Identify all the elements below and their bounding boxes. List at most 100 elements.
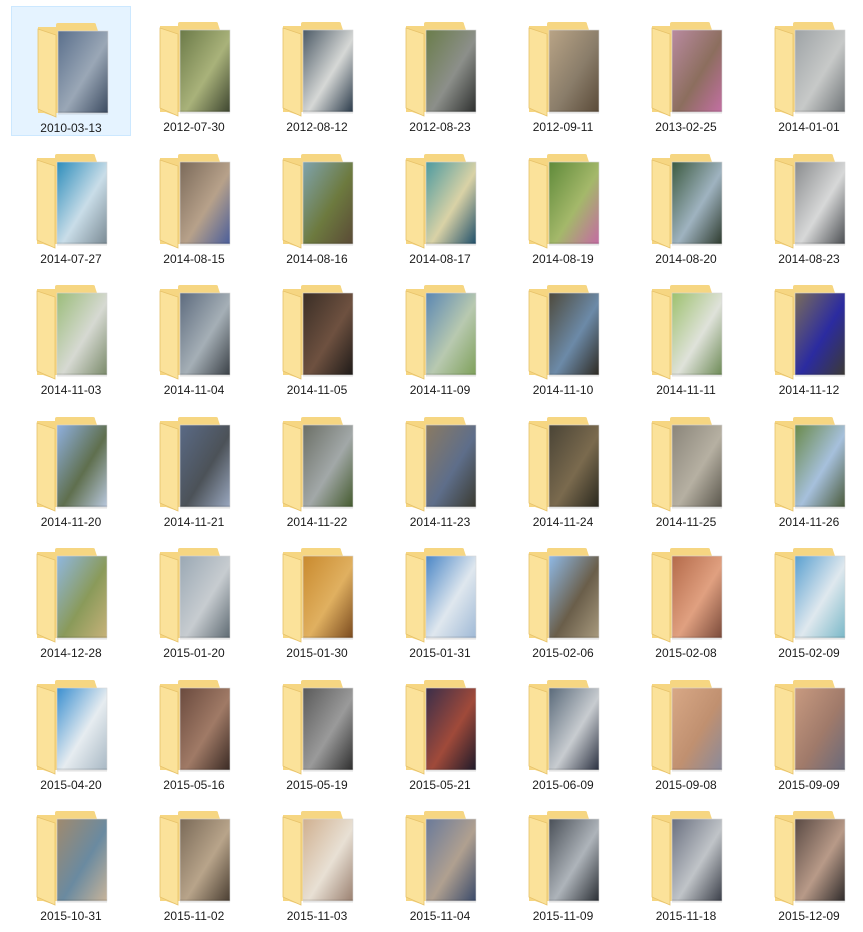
folder-photo-icon xyxy=(158,809,232,906)
folder-label: 2014-11-10 xyxy=(532,383,594,397)
folder-item[interactable]: 2015-11-03 xyxy=(257,795,377,925)
folder-item[interactable]: 2015-11-04 xyxy=(380,795,500,925)
folder-item[interactable]: 2014-11-22 xyxy=(257,401,377,531)
folder-photo-icon xyxy=(527,283,601,380)
folder-item[interactable]: 2012-08-12 xyxy=(257,6,377,136)
folder-label: 2015-01-30 xyxy=(286,646,348,660)
folder-item[interactable]: 2015-05-21 xyxy=(380,664,500,794)
folder-label: 2015-02-06 xyxy=(532,646,594,660)
folder-label: 2015-05-19 xyxy=(286,778,348,792)
folder-item[interactable]: 2014-11-10 xyxy=(503,269,623,399)
folder-item[interactable]: 2015-05-19 xyxy=(257,664,377,794)
folder-item[interactable]: 2014-08-20 xyxy=(626,138,746,268)
folder-item[interactable]: 2014-11-20 xyxy=(11,401,131,531)
folder-photo-icon xyxy=(158,546,232,643)
folder-photo-icon xyxy=(281,283,355,380)
folder-item[interactable]: 2014-11-26 xyxy=(749,401,863,531)
folder-item[interactable]: 2012-08-23 xyxy=(380,6,500,136)
folder-label: 2015-12-09 xyxy=(778,909,840,923)
folder-item[interactable]: 2015-06-09 xyxy=(503,664,623,794)
folder-label: 2014-07-27 xyxy=(40,252,102,266)
folder-photo-icon xyxy=(281,415,355,512)
folder-photo-icon xyxy=(281,678,355,775)
folder-item[interactable]: 2014-11-04 xyxy=(134,269,254,399)
folder-item[interactable]: 2014-11-09 xyxy=(380,269,500,399)
folder-label: 2014-11-20 xyxy=(40,515,102,529)
folder-label: 2014-11-23 xyxy=(409,515,471,529)
folder-photo-icon xyxy=(158,415,232,512)
folder-photo-icon xyxy=(281,20,355,117)
folder-photo-icon xyxy=(35,152,109,249)
folder-item[interactable]: 2014-12-28 xyxy=(11,532,131,662)
folder-item[interactable]: 2014-11-12 xyxy=(749,269,863,399)
folder-label: 2014-11-09 xyxy=(409,383,471,397)
folder-item[interactable]: 2014-07-27 xyxy=(11,138,131,268)
folder-item[interactable]: 2013-02-25 xyxy=(626,6,746,136)
folder-item[interactable]: 2015-12-09 xyxy=(749,795,863,925)
folder-item[interactable]: 2015-02-08 xyxy=(626,532,746,662)
folder-item[interactable]: 2014-08-23 xyxy=(749,138,863,268)
folder-item[interactable]: 2015-11-18 xyxy=(626,795,746,925)
folder-label: 2014-11-04 xyxy=(163,383,225,397)
folder-photo-icon xyxy=(773,20,847,117)
folder-label: 2014-11-11 xyxy=(656,383,716,397)
folder-photo-icon xyxy=(527,546,601,643)
folder-item[interactable]: 2014-08-15 xyxy=(134,138,254,268)
folder-item[interactable]: 2015-04-20 xyxy=(11,664,131,794)
folder-photo-icon xyxy=(281,809,355,906)
folder-label: 2014-01-01 xyxy=(778,120,840,134)
folder-item[interactable]: 2014-11-21 xyxy=(134,401,254,531)
folder-label: 2014-11-05 xyxy=(286,383,348,397)
folder-item[interactable]: 2015-09-08 xyxy=(626,664,746,794)
folder-item[interactable]: 2015-01-30 xyxy=(257,532,377,662)
folder-label: 2014-11-12 xyxy=(778,383,840,397)
folder-label: 2014-11-21 xyxy=(163,515,225,529)
folder-item[interactable]: 2014-11-03 xyxy=(11,269,131,399)
folder-photo-icon xyxy=(527,678,601,775)
folder-item[interactable]: 2014-11-25 xyxy=(626,401,746,531)
folder-label: 2014-11-26 xyxy=(778,515,840,529)
folder-item[interactable]: 2012-09-11 xyxy=(503,6,623,136)
folder-label: 2014-11-22 xyxy=(286,515,348,529)
folder-item[interactable]: 2010-03-13 xyxy=(11,6,131,136)
folder-item[interactable]: 2014-08-19 xyxy=(503,138,623,268)
folder-item[interactable]: 2015-02-06 xyxy=(503,532,623,662)
folder-item[interactable]: 2015-11-09 xyxy=(503,795,623,925)
folder-item[interactable]: 2014-11-24 xyxy=(503,401,623,531)
folder-item[interactable]: 2014-11-05 xyxy=(257,269,377,399)
folder-item[interactable]: 2015-01-31 xyxy=(380,532,500,662)
folder-photo-icon xyxy=(404,678,478,775)
folder-photo-icon xyxy=(773,546,847,643)
folder-label: 2014-08-23 xyxy=(778,252,840,266)
folder-label: 2012-08-23 xyxy=(409,120,471,134)
folder-photo-icon xyxy=(527,809,601,906)
folder-label: 2015-11-18 xyxy=(655,909,717,923)
folder-label: 2015-11-04 xyxy=(409,909,471,923)
folder-label: 2013-02-25 xyxy=(655,120,717,134)
folder-photo-icon xyxy=(281,546,355,643)
folder-label: 2015-01-20 xyxy=(163,646,225,660)
folder-item[interactable]: 2014-11-23 xyxy=(380,401,500,531)
folder-item[interactable]: 2015-01-20 xyxy=(134,532,254,662)
folder-label: 2014-08-16 xyxy=(286,252,348,266)
folder-photo-icon xyxy=(35,415,109,512)
folder-item[interactable]: 2015-02-09 xyxy=(749,532,863,662)
folder-photo-icon xyxy=(650,546,724,643)
folder-item[interactable]: 2015-11-02 xyxy=(134,795,254,925)
folder-item[interactable]: 2014-08-17 xyxy=(380,138,500,268)
folder-label: 2015-01-31 xyxy=(409,646,471,660)
folder-item[interactable]: 2015-09-09 xyxy=(749,664,863,794)
folder-item[interactable]: 2014-11-11 xyxy=(626,269,746,399)
folder-item[interactable]: 2014-08-16 xyxy=(257,138,377,268)
folder-photo-icon xyxy=(650,152,724,249)
folder-item[interactable]: 2015-10-31 xyxy=(11,795,131,925)
folder-photo-icon xyxy=(35,283,109,380)
folder-item[interactable]: 2014-01-01 xyxy=(749,6,863,136)
folder-item[interactable]: 2015-05-16 xyxy=(134,664,254,794)
folder-item[interactable]: 2012-07-30 xyxy=(134,6,254,136)
folder-photo-icon xyxy=(773,415,847,512)
folder-photo-icon xyxy=(773,678,847,775)
folder-photo-icon xyxy=(35,809,109,906)
folder-photo-icon xyxy=(35,546,109,643)
folder-label: 2015-02-09 xyxy=(778,646,840,660)
